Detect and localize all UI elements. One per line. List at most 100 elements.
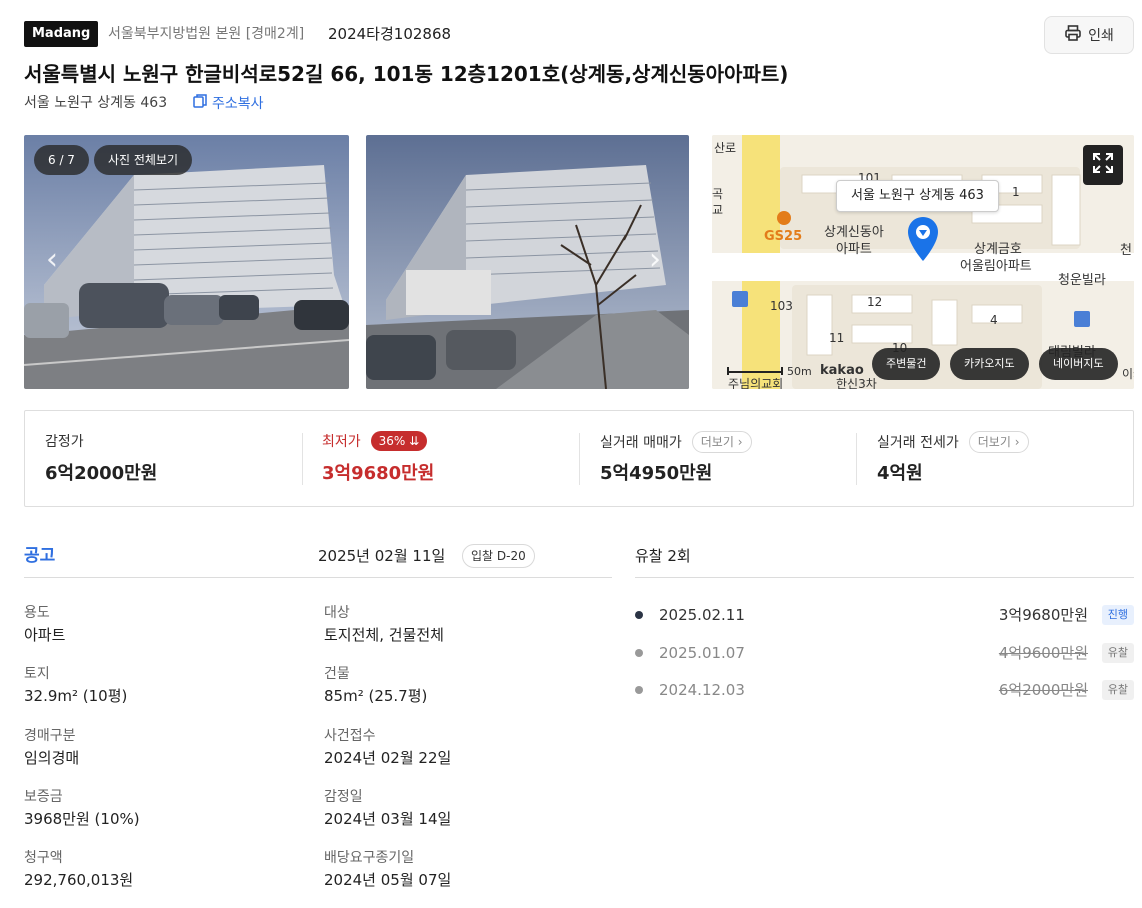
property-title: 서울특별시 노원구 한글비석로52길 66, 101동 12층1201호(상계동… — [24, 62, 789, 86]
map-label-building: 12 — [867, 295, 883, 309]
history-date: 2024.12.03 — [659, 681, 745, 699]
lot-address: 서울 노원구 상계동 463 — [24, 95, 168, 111]
trade-more-button[interactable]: 더보기 › — [691, 431, 752, 453]
field-value: 2024년 02월 22일 — [324, 749, 452, 767]
print-button[interactable]: 인쇄 — [1044, 16, 1134, 54]
history-row: 2024.12.03 6억2000만원 유찰 — [635, 678, 1134, 702]
copy-icon — [192, 93, 208, 115]
history-price: 4억9600만원 — [998, 644, 1088, 662]
field-label: 사건접수 — [324, 728, 376, 744]
field-value: 85m² (25.7평) — [324, 687, 428, 705]
minimum-label: 최저가 36% ⇊ — [322, 431, 428, 451]
divider — [302, 433, 303, 485]
map-label-edge: 곡 — [712, 187, 724, 201]
fullscreen-icon — [1091, 151, 1115, 179]
minimum-value: 3억9680만원 — [322, 463, 435, 484]
photo-counter: 6 / 7 — [34, 145, 89, 175]
field-value: 토지전체, 건물전체 — [324, 626, 444, 644]
field-value: 292,760,013원 — [24, 871, 134, 889]
history-date: 2025.01.07 — [659, 644, 745, 662]
field-label: 대상 — [324, 605, 350, 621]
map-label-church: 주님의교회 — [728, 377, 784, 389]
field-value: 아파트 — [24, 626, 66, 644]
expand-map-button[interactable] — [1083, 145, 1123, 185]
map-label-building: 11 — [829, 331, 845, 345]
notice-date: 2025년 02월 11일 — [318, 547, 446, 565]
map-address-callout: 서울 노원구 상계동 463 — [836, 180, 999, 212]
field-label: 배당요구종기일 — [324, 850, 415, 866]
failed-bids-title: 유찰 2회 — [635, 547, 691, 565]
trade-value: 5억4950만원 — [600, 463, 713, 484]
kakao-map-button[interactable]: 카카오지도 — [950, 348, 1029, 380]
field-label: 보증금 — [24, 789, 63, 805]
jeonse-more-button[interactable]: 더보기 › — [968, 431, 1029, 453]
history-date: 2025.02.11 — [659, 606, 745, 624]
bid-dday-badge: 입찰 D-20 — [462, 544, 535, 568]
property-photo-1[interactable]: 6 / 7 사진 전체보기 ‹ — [24, 135, 349, 389]
copy-label: 주소복사 — [212, 96, 264, 112]
trade-label: 실거래 매매가 더보기 › — [600, 431, 752, 453]
appraisal-label: 감정가 — [45, 434, 84, 450]
next-photo-icon[interactable]: › — [649, 245, 661, 275]
discount-badge: 36% ⇊ — [370, 431, 428, 451]
madang-logo[interactable]: Madang — [24, 21, 99, 47]
field-label: 용도 — [24, 605, 50, 621]
prev-photo-icon[interactable]: ‹ — [46, 245, 58, 275]
map-label-apartment: 어울림아파트 — [960, 259, 1032, 274]
divider — [24, 577, 612, 578]
field-value: 2024년 03월 14일 — [324, 810, 452, 828]
double-chevron-down-icon: ⇊ — [409, 434, 420, 448]
history-price: 3억9680만원 — [998, 606, 1088, 624]
status-badge: 진행 — [1101, 605, 1134, 625]
chevron-right-icon: › — [737, 435, 743, 449]
nearby-items-button[interactable]: 주변물건 — [872, 348, 941, 380]
map-label-edge: 이케 — [1122, 367, 1134, 381]
appraisal-value: 6억2000만원 — [45, 463, 158, 484]
kakao-watermark: kakao — [820, 363, 864, 378]
status-badge: 유찰 — [1101, 680, 1134, 700]
jeonse-value: 4억원 — [877, 463, 923, 484]
case-number: 2024타경102868 — [328, 25, 452, 43]
map-label-apartment: 아파트 — [836, 242, 872, 257]
field-value: 3968만원 (10%) — [24, 810, 140, 828]
naver-map-button[interactable]: 네이버지도 — [1039, 348, 1118, 380]
divider — [856, 433, 857, 485]
history-price: 6억2000만원 — [998, 681, 1088, 699]
map-pin-icon[interactable] — [906, 215, 940, 267]
property-photo-2[interactable]: › — [366, 135, 689, 389]
price-summary: 감정가 6억2000만원 최저가 36% ⇊ 3억9680만원 실거래 매매가 … — [24, 410, 1134, 507]
map-label-building: 103 — [770, 299, 793, 313]
history-row: 2025.02.11 3억9680만원 진행 — [635, 603, 1134, 627]
map-scale-label: 50m — [787, 365, 812, 378]
divider — [635, 577, 1134, 578]
field-label: 청구액 — [24, 850, 63, 866]
printer-icon — [1064, 24, 1082, 46]
print-label: 인쇄 — [1088, 28, 1114, 44]
field-value: 2024년 05월 07일 — [324, 871, 452, 889]
court-name: 서울북부지방법원 본원 [경매2계] — [108, 26, 305, 42]
field-value: 32.9m² (10평) — [24, 687, 128, 705]
timeline-dot-icon — [635, 686, 643, 694]
timeline-dot-icon — [635, 649, 643, 657]
map-label-building: 4 — [990, 313, 998, 327]
status-badge: 유찰 — [1101, 643, 1134, 663]
chevron-right-icon: › — [1014, 435, 1020, 449]
field-label: 토지 — [24, 666, 50, 682]
map-label-edge: 교 — [712, 203, 724, 217]
field-label: 감정일 — [324, 789, 363, 805]
map-label-villa: 청운빌라 — [1058, 273, 1106, 288]
field-label: 건물 — [324, 666, 350, 682]
location-map[interactable]: 산로 곡 교 101 1 GS25 상계신동아 아파트 상계금호 어울림아파트 … — [712, 135, 1134, 389]
map-label-building: 1 — [1012, 185, 1020, 199]
divider — [579, 433, 580, 485]
copy-address-button[interactable]: 주소복사 — [192, 93, 264, 115]
view-all-photos-button[interactable]: 사진 전체보기 — [94, 145, 193, 175]
notice-title[interactable]: 공고 — [24, 544, 55, 568]
timeline-dot-icon — [635, 611, 643, 619]
history-row: 2025.01.07 4억9600만원 유찰 — [635, 641, 1134, 665]
field-value: 임의경매 — [24, 749, 80, 767]
map-label-edge: 천 — [1120, 243, 1132, 258]
jeonse-label: 실거래 전세가 더보기 › — [877, 431, 1029, 453]
map-label-gs25: GS25 — [764, 229, 803, 244]
map-label-road: 산로 — [714, 141, 737, 155]
